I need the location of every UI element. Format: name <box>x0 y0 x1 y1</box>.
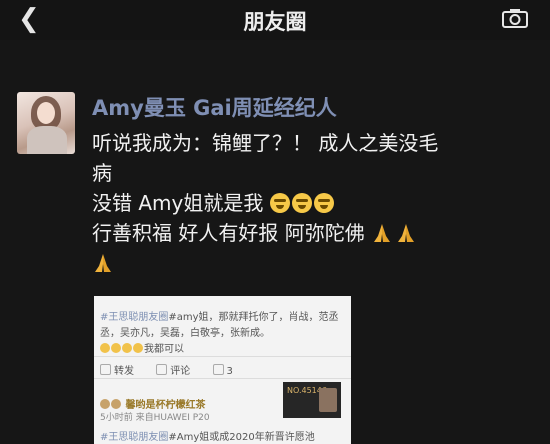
shot-row-1-text: #amy姐，那就拜托你了，肖战，范丞 <box>168 312 339 323</box>
fan-card-photo <box>319 388 337 412</box>
emoji-icon <box>111 399 121 409</box>
laugh-cry-emoji-icon <box>269 193 290 213</box>
shot-stats: 转发 评论 3 <box>100 362 345 377</box>
nav-bar: ❮ 朋友圈 <box>0 0 550 40</box>
divider <box>94 378 351 379</box>
laugh-cry-emoji-icon <box>313 193 334 213</box>
post-author[interactable]: Amy曼玉 Gai周延经纪人 <box>92 92 337 122</box>
fan-card: NO.45146 <box>283 382 341 418</box>
comment-icon <box>156 364 168 375</box>
shot-row-1: #王思聪朋友圈#amy姐，那就拜托你了，肖战，范丞 <box>100 308 345 323</box>
like-icon <box>212 364 224 375</box>
post-line-3: 没错 Amy姐就是我 <box>92 188 532 218</box>
stat-share: 转发 <box>114 366 134 377</box>
avatar-face <box>37 102 55 124</box>
stat-like: 3 <box>226 366 233 377</box>
praying-hands-emoji-icon <box>374 224 391 242</box>
page-title: 朋友圈 <box>243 10 307 34</box>
emoji-icon <box>133 343 143 353</box>
shot-hashtag: #王思聪朋友圈 <box>100 432 169 443</box>
shot-hashtag: #王思聪朋友圈 <box>100 312 169 323</box>
emoji-icon <box>100 343 110 353</box>
post-line-5 <box>92 248 532 278</box>
praying-hands-emoji-icon <box>95 254 111 272</box>
share-icon <box>100 364 111 375</box>
post-line-4: 行善积福 好人有好报 阿弥陀佛 <box>92 218 532 248</box>
post-line-3-text: 没错 Amy姐就是我 <box>92 191 264 215</box>
avatar[interactable] <box>17 92 75 154</box>
post-text: 听说我成为：锦鲤了？！ 成人之美没毛 病 没错 Amy姐就是我 行善积福 好人有… <box>92 128 532 278</box>
post-line-1: 听说我成为：锦鲤了？！ 成人之美没毛 <box>92 131 439 155</box>
laugh-cry-emoji-icon <box>291 193 312 213</box>
camera-icon[interactable] <box>502 8 528 28</box>
shot-row-3: 我都可以 <box>100 340 345 355</box>
emoji-icon <box>111 343 121 353</box>
shot-row-2: 丞，吴亦凡，吴磊，白敬亭，张新成。 <box>100 328 270 339</box>
divider <box>94 356 351 357</box>
stat-comment: 评论 <box>170 366 191 377</box>
post-line-2: 病 <box>92 161 112 185</box>
avatar-body <box>27 126 67 154</box>
post-line-4-text: 行善积福 好人有好报 阿弥陀佛 <box>92 221 365 245</box>
praying-hands-emoji-icon <box>398 224 415 242</box>
shot-row-3-text: 我都可以 <box>144 344 184 355</box>
attached-screenshot[interactable]: #王思聪朋友圈#amy姐，那就拜托你了，肖战，范丞 丞，吴亦凡，吴磊，白敬亭，张… <box>94 296 351 444</box>
emoji-icon <box>100 399 110 409</box>
shot-last-row: #王思聪朋友圈#Amy姐或成2020年新晋许愿池 <box>100 428 345 443</box>
shot-last-text: #Amy姐或成2020年新晋许愿池 <box>168 432 315 443</box>
emoji-icon <box>122 343 132 353</box>
